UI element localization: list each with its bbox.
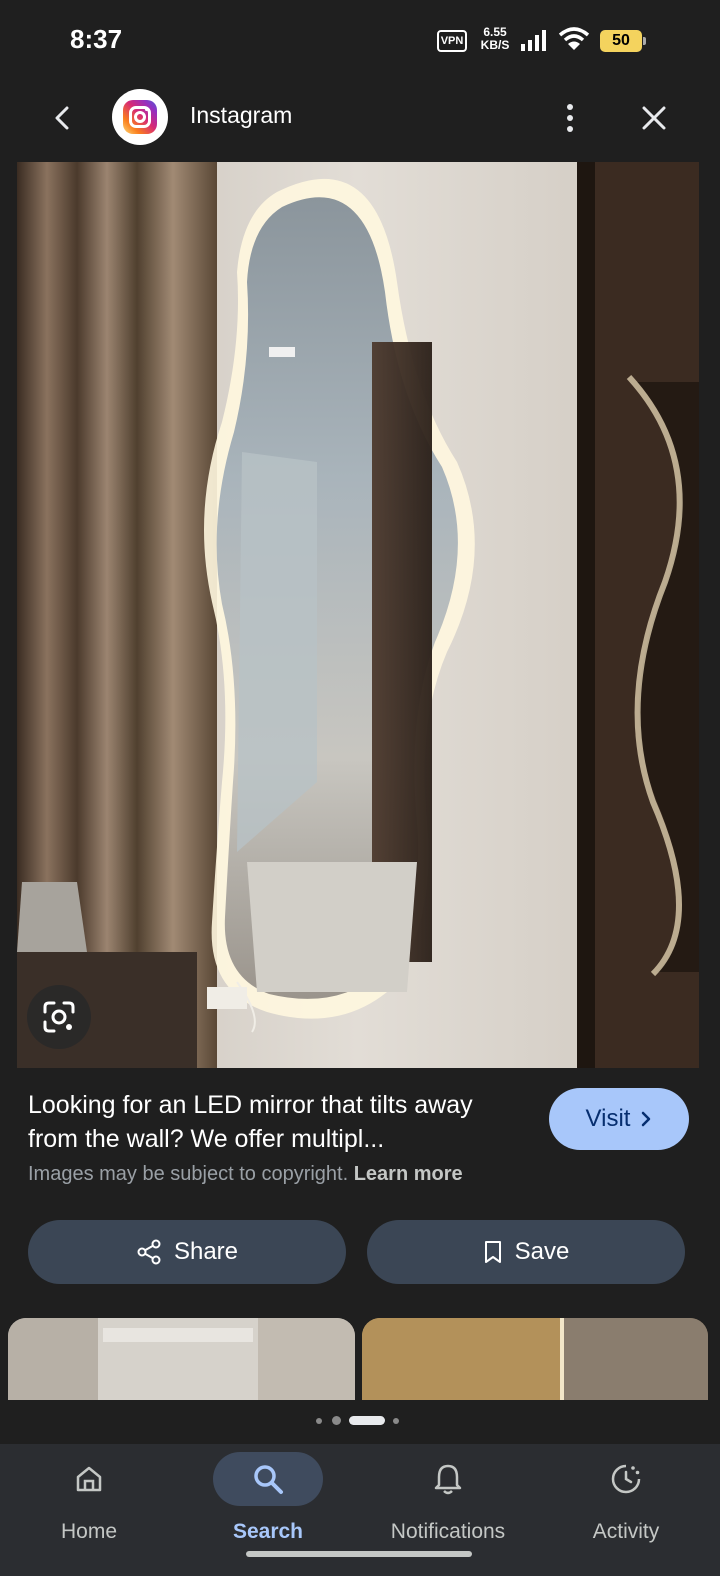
status-bar: 8:37 VPN 6.55 KB/S 50 [0, 0, 720, 80]
nav-label-notifications: Notifications [390, 1520, 506, 1543]
copyright-text: Images may be subject to copyright. [28, 1163, 349, 1185]
home-icon [76, 1466, 102, 1492]
google-lens-button[interactable] [27, 985, 91, 1049]
share-label: Share [173, 1238, 239, 1265]
nav-label-activity: Activity [592, 1520, 660, 1543]
nav-item-search[interactable]: Search [193, 1444, 343, 1564]
status-time: 8:37 [70, 24, 123, 54]
home-indicator[interactable] [246, 1551, 472, 1557]
close-icon [642, 106, 666, 130]
nav-item-activity[interactable]: Activity [551, 1444, 701, 1564]
pager-dot [393, 1418, 399, 1424]
bookmark-icon [484, 1241, 501, 1263]
network-speed: 6.55 KB/S [477, 26, 513, 52]
chevron-right-icon [642, 1111, 651, 1127]
save-label: Save [514, 1238, 570, 1265]
mirror-photo [17, 162, 699, 1068]
back-button[interactable] [40, 96, 84, 140]
instagram-icon [123, 100, 157, 134]
pager-dot-active [349, 1416, 385, 1425]
signal-icon [521, 30, 546, 51]
close-button[interactable] [632, 96, 676, 140]
result-title[interactable]: Looking for an LED mirror that tilts awa… [28, 1088, 528, 1156]
visit-button[interactable]: Visit [549, 1088, 689, 1150]
share-icon [137, 1239, 161, 1265]
more-vert-icon [567, 104, 573, 132]
activity-icon [611, 1464, 641, 1494]
visit-label: Visit [585, 1105, 631, 1132]
related-image-thumbnail[interactable] [362, 1318, 708, 1400]
carousel-pager [0, 1400, 720, 1444]
app-bar: Instagram [0, 80, 720, 162]
nav-label-search: Search [232, 1520, 304, 1543]
related-photo-2 [362, 1318, 708, 1400]
save-button[interactable]: Save [367, 1220, 685, 1284]
pager-dot [316, 1418, 322, 1424]
battery-indicator: 50 [600, 30, 642, 52]
source-title[interactable]: Instagram [190, 102, 292, 129]
nav-item-notifications[interactable]: Notifications [373, 1444, 523, 1564]
back-arrow-icon [55, 106, 69, 130]
related-image-thumbnail[interactable] [8, 1318, 355, 1400]
share-button[interactable]: Share [28, 1220, 346, 1284]
pager-dot [332, 1416, 341, 1425]
wifi-icon [558, 27, 590, 50]
vpn-badge: VPN [437, 30, 467, 52]
search-icon [254, 1465, 283, 1494]
copyright-notice: Images may be subject to copyright. Lear… [28, 1163, 548, 1186]
bell-icon [434, 1464, 462, 1495]
screen: 8:37 VPN 6.55 KB/S 50 Instagram Looking … [0, 0, 720, 1576]
battery-tip [643, 37, 646, 45]
learn-more-link[interactable]: Learn more [354, 1163, 463, 1185]
network-speed-unit: KB/S [480, 38, 510, 52]
related-photo-1 [8, 1318, 355, 1400]
more-options-button[interactable] [552, 96, 588, 140]
lens-icon [43, 1001, 75, 1033]
result-image[interactable] [17, 162, 699, 1068]
instagram-logo[interactable] [112, 89, 168, 145]
nav-item-home[interactable]: Home [14, 1444, 164, 1564]
nav-label-home: Home [60, 1520, 118, 1543]
